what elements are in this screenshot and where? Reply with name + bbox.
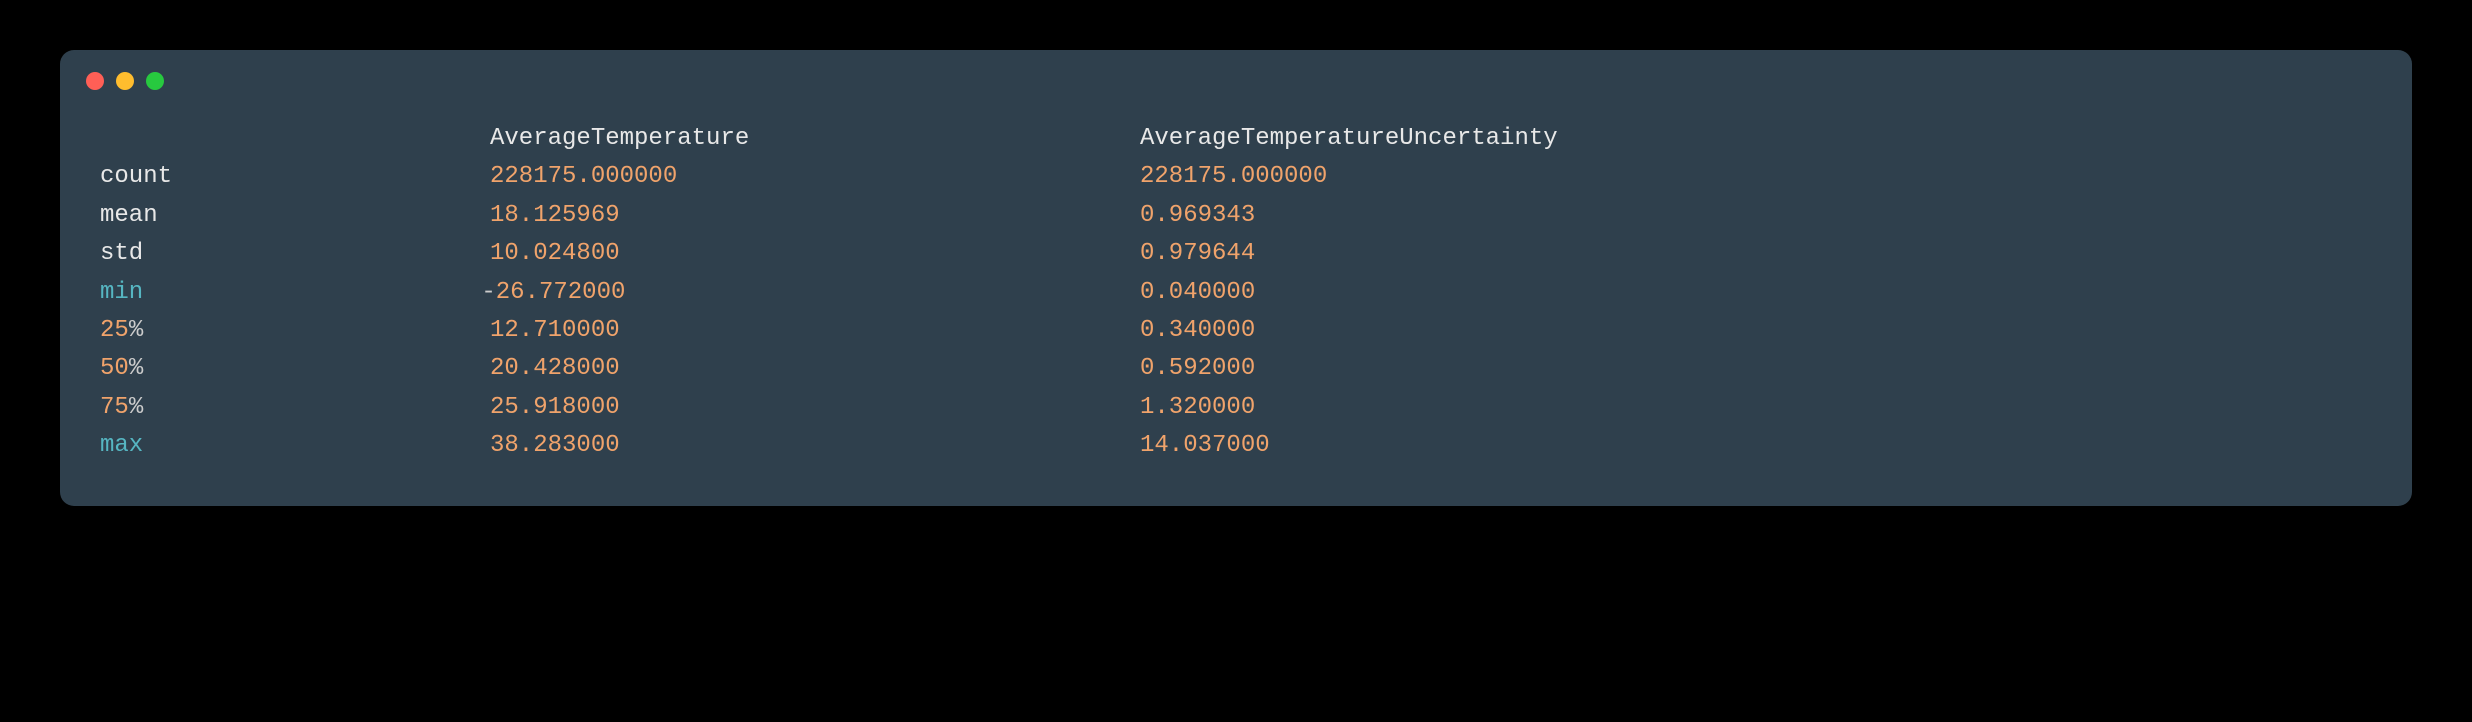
- stat-label: 75%: [100, 389, 490, 427]
- percent-sign: %: [129, 355, 143, 382]
- stat-value-2: 0.592000: [1140, 350, 2372, 388]
- stat-number: 228175.000000: [490, 163, 677, 190]
- column-header-2: AverageTemperatureUncertainty: [1140, 120, 2372, 158]
- table-row: mean 18.125969 0.969343: [100, 197, 2372, 235]
- stat-number: 18.125969: [490, 202, 620, 229]
- table-row: 75%25.9180001.320000: [100, 389, 2372, 427]
- stat-label-text: std: [100, 240, 143, 267]
- stat-number: 0.040000: [1140, 279, 1255, 306]
- stat-value-1: 12.710000: [490, 312, 1140, 350]
- percent-sign: %: [129, 317, 143, 344]
- stat-label: 50%: [100, 350, 490, 388]
- maximize-icon[interactable]: [146, 72, 164, 90]
- stat-value-2: 1.320000: [1140, 389, 2372, 427]
- stat-number: 228175.000000: [1140, 163, 1327, 190]
- stat-number: 1.320000: [1140, 394, 1255, 421]
- stat-value-2: 228175.000000: [1140, 158, 2372, 196]
- stat-value-1: -26.772000: [490, 274, 1140, 312]
- stat-value-2: 14.037000: [1140, 427, 2372, 465]
- stat-label: mean: [100, 197, 490, 235]
- minus-sign: -: [481, 279, 495, 306]
- table-row: std 10.024800 0.979644: [100, 235, 2372, 273]
- stat-number: 0.592000: [1140, 355, 1255, 382]
- stat-value-2: 0.969343: [1140, 197, 2372, 235]
- stat-value-2: 0.040000: [1140, 274, 2372, 312]
- stat-value-2: 0.340000: [1140, 312, 2372, 350]
- minimize-icon[interactable]: [116, 72, 134, 90]
- stat-label-text: min: [100, 279, 143, 306]
- header-row: AverageTemperature AverageTemperatureUnc…: [100, 120, 2372, 158]
- stat-label: std: [100, 235, 490, 273]
- stat-number: 0.979644: [1140, 240, 1255, 267]
- stat-number: 26.772000: [496, 279, 626, 306]
- percent-sign: %: [129, 394, 143, 421]
- stat-value-1: 10.024800: [490, 235, 1140, 273]
- column-header-1: AverageTemperature: [490, 120, 1140, 158]
- table-row: min-26.7720000.040000: [100, 274, 2372, 312]
- table-row: max 38.283000 14.037000: [100, 427, 2372, 465]
- stat-value-1: 38.283000: [490, 427, 1140, 465]
- stat-number: 12.710000: [490, 317, 620, 344]
- stat-number: 25.918000: [490, 394, 620, 421]
- stat-number: 10.024800: [490, 240, 620, 267]
- stat-value-1: 25.918000: [490, 389, 1140, 427]
- stat-value-2: 0.979644: [1140, 235, 2372, 273]
- stat-value-1: 20.428000: [490, 350, 1140, 388]
- stat-number: 0.969343: [1140, 202, 1255, 229]
- stat-label-text: count: [100, 163, 172, 190]
- stat-label: min: [100, 274, 490, 312]
- stat-value-1: 18.125969: [490, 197, 1140, 235]
- stat-label: count: [100, 158, 490, 196]
- close-icon[interactable]: [86, 72, 104, 90]
- header-empty: [100, 120, 490, 158]
- stat-label-text: 50: [100, 355, 129, 382]
- stat-label-text: mean: [100, 202, 158, 229]
- stat-label: 25%: [100, 312, 490, 350]
- stat-value-1: 228175.000000: [490, 158, 1140, 196]
- terminal-output: AverageTemperature AverageTemperatureUnc…: [60, 100, 2412, 476]
- stat-number: 0.340000: [1140, 317, 1255, 344]
- stat-label-text: 75: [100, 394, 129, 421]
- stat-number: 14.037000: [1140, 432, 1270, 459]
- table-row: count 228175.000000 228175.000000: [100, 158, 2372, 196]
- stat-label-text: 25: [100, 317, 129, 344]
- window-titlebar: [60, 50, 2412, 100]
- table-row: 25%12.7100000.340000: [100, 312, 2372, 350]
- terminal-window: AverageTemperature AverageTemperatureUnc…: [60, 50, 2412, 506]
- stat-label: max: [100, 427, 490, 465]
- stat-number: 38.283000: [490, 432, 620, 459]
- stat-number: 20.428000: [490, 355, 620, 382]
- stat-label-text: max: [100, 432, 143, 459]
- table-row: 50%20.4280000.592000: [100, 350, 2372, 388]
